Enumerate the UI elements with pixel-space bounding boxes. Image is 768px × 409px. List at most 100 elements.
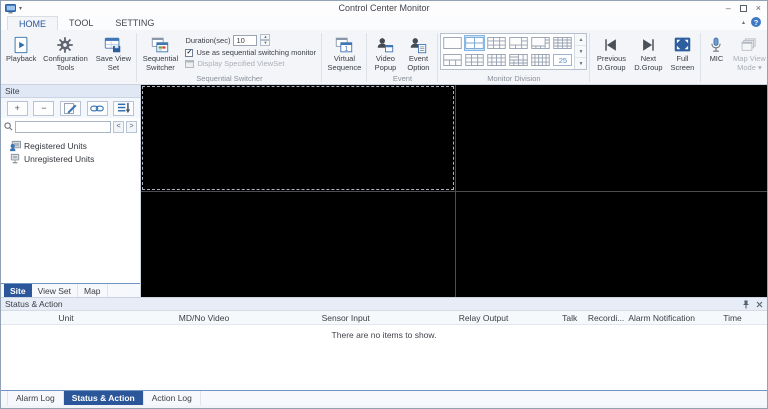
help-icon[interactable]: ?: [751, 17, 761, 27]
ribbon-group-main: Playback Configuration Tools Save View S…: [2, 31, 136, 84]
sequential-switcher-button[interactable]: Sequential Switcher: [139, 32, 181, 74]
monitor-grid: [141, 85, 767, 297]
search-next-button[interactable]: >: [126, 120, 137, 133]
ribbon-group-virtual-sequence: 1 Virtual Sequence: [322, 31, 366, 84]
main-area: Site + − < > Registered Units Unregister…: [1, 85, 767, 297]
map-view-mode-button[interactable]: Map View Mode ▾: [729, 32, 767, 74]
list-sort-icon: [118, 102, 131, 114]
configuration-tools-button[interactable]: Configuration Tools: [38, 32, 92, 74]
previous-arrow-icon: [600, 34, 622, 55]
division-1plus3-thumbnail[interactable]: [442, 52, 463, 68]
tab-view-set[interactable]: View Set: [32, 284, 78, 297]
video-popup-button[interactable]: Video Popup: [369, 32, 401, 74]
gallery-scrollbar: ▲ ▼ ▼: [574, 34, 587, 69]
window-title: Control Center Monitor: [338, 3, 430, 13]
status-action-panel: Status & Action Unit MD/No Video Sensor …: [1, 297, 767, 390]
division-16-thumbnail[interactable]: [552, 35, 573, 51]
ribbon-group-monitor-division: 25 ▲ ▼ ▼ Monitor Division: [438, 31, 589, 84]
full-screen-button[interactable]: Full Screen: [666, 32, 698, 74]
column-header-unit[interactable]: Unit: [1, 313, 131, 323]
save-view-set-button[interactable]: Save View Set: [92, 32, 134, 74]
remove-site-button[interactable]: −: [33, 100, 55, 116]
spinner-down-icon[interactable]: ▼: [260, 40, 271, 46]
tab-alarm-log[interactable]: Alarm Log: [7, 391, 64, 405]
minimize-button[interactable]: –: [726, 3, 731, 13]
edit-site-button[interactable]: [59, 100, 81, 116]
column-header-talk[interactable]: Talk: [553, 313, 587, 323]
division-8-thumbnail[interactable]: [530, 35, 551, 51]
division-13-thumbnail[interactable]: [508, 52, 529, 68]
previous-dgroup-button[interactable]: Previous D.Group: [592, 32, 630, 74]
site-panel: Site + − < > Registered Units Unregister…: [1, 85, 141, 297]
division-4-thumbnail[interactable]: [464, 35, 486, 51]
column-header-relay-output[interactable]: Relay Output: [415, 313, 553, 323]
division-12-thumbnail[interactable]: [486, 52, 507, 68]
maximize-button[interactable]: [739, 4, 747, 12]
add-site-button[interactable]: +: [6, 100, 28, 116]
gallery-scroll-up-icon[interactable]: ▲: [575, 34, 587, 46]
edit-pencil-icon: [63, 103, 77, 114]
site-panel-tabs: Site View Set Map: [1, 283, 140, 297]
division-20-thumbnail[interactable]: [530, 52, 551, 68]
column-header-md-no-video[interactable]: MD/No Video: [131, 313, 277, 323]
division-9-thumbnail[interactable]: [486, 35, 507, 51]
full-screen-icon: [671, 34, 693, 55]
column-header-alarm-notification[interactable]: Alarm Notification: [625, 313, 698, 323]
search-prev-button[interactable]: <: [113, 120, 124, 133]
tab-setting[interactable]: SETTING: [104, 16, 165, 30]
duration-spinner: ▲ ▼: [260, 34, 271, 46]
tab-action-log[interactable]: Action Log: [144, 391, 201, 405]
playback-button[interactable]: Playback: [4, 32, 38, 66]
next-dgroup-button[interactable]: Next D.Group: [630, 32, 666, 74]
collapse-ribbon-icon[interactable]: ▴: [742, 19, 745, 26]
ribbon-group-mic-map: MIC Map View Mode ▾: [701, 31, 767, 84]
pin-icon[interactable]: [742, 300, 750, 309]
division-6-thumbnail[interactable]: [508, 35, 529, 51]
unregistered-units-icon: [9, 153, 21, 165]
search-input[interactable]: [15, 120, 111, 133]
tree-item-label: Unregistered Units: [24, 153, 95, 164]
site-tree: Registered Units Unregistered Units: [1, 135, 140, 283]
gear-icon: [54, 34, 76, 55]
video-cell-1[interactable]: [141, 85, 455, 191]
tree-item-unregistered-units[interactable]: Unregistered Units: [3, 152, 138, 165]
mic-icon: [705, 34, 727, 55]
video-cell-2[interactable]: [455, 85, 767, 191]
tab-home[interactable]: HOME: [7, 16, 58, 30]
video-cell-3[interactable]: [141, 191, 455, 297]
division-1plus8-thumbnail[interactable]: [464, 52, 485, 68]
ribbon-group-sequential-switcher: Sequential Switcher Duration(sec) 10 ▲ ▼…: [137, 31, 321, 84]
virtual-sequence-button[interactable]: 1 Virtual Sequence: [324, 32, 364, 74]
video-cell-4[interactable]: [455, 191, 767, 297]
tab-status-action[interactable]: Status & Action: [63, 391, 144, 405]
tab-map[interactable]: Map: [78, 284, 108, 297]
close-button[interactable]: ×: [756, 3, 761, 13]
mic-button[interactable]: MIC: [703, 32, 729, 66]
status-table-header: Unit MD/No Video Sensor Input Relay Outp…: [1, 311, 767, 325]
collapse-list-button[interactable]: [113, 100, 135, 116]
ribbon-tab-bar: HOME TOOL SETTING: [1, 16, 767, 30]
tree-item-registered-units[interactable]: Registered Units: [3, 139, 138, 152]
site-toolbar: + −: [1, 98, 140, 118]
column-header-time[interactable]: Time: [698, 313, 767, 323]
connect-button[interactable]: [86, 100, 108, 116]
tab-tool[interactable]: TOOL: [58, 16, 104, 30]
division-1-thumbnail[interactable]: [442, 35, 463, 51]
close-panel-icon[interactable]: [756, 301, 763, 308]
use-sequential-label: Use as sequential switching monitor: [196, 48, 317, 57]
division-25-thumbnail[interactable]: 25: [552, 52, 573, 68]
group-label-sequential-switcher: Sequential Switcher: [196, 74, 263, 83]
bottom-tab-bar: Alarm Log Status & Action Action Log: [1, 390, 767, 405]
search-icon: [4, 122, 13, 131]
use-sequential-checkbox[interactable]: ✓: [185, 48, 194, 57]
event-option-button[interactable]: Event Option: [401, 32, 435, 74]
tab-site[interactable]: Site: [4, 284, 32, 297]
tree-item-label: Registered Units: [24, 140, 87, 151]
gallery-scroll-down-icon[interactable]: ▼: [575, 46, 587, 58]
column-header-recording[interactable]: Recordi...: [587, 313, 625, 323]
column-header-sensor-input[interactable]: Sensor Input: [277, 313, 415, 323]
sequential-switcher-icon: [149, 34, 171, 55]
dropdown-caret-icon: ▾: [757, 62, 762, 72]
gallery-more-icon[interactable]: ▼: [575, 58, 587, 69]
duration-field[interactable]: 10: [233, 34, 258, 46]
